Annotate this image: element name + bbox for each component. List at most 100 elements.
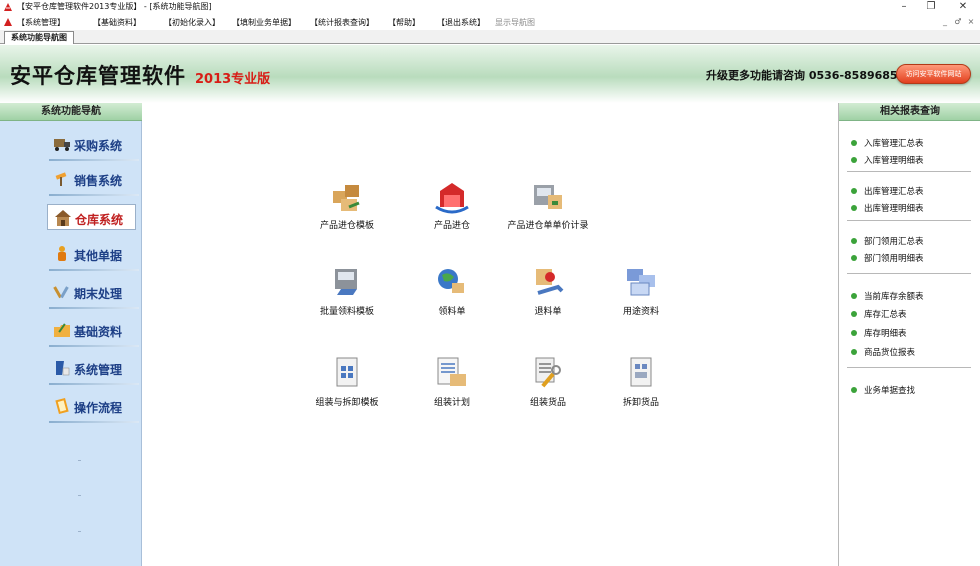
flow-book-icon [55, 397, 69, 415]
nav-divider [49, 383, 139, 385]
report-label: 部门领用汇总表 [864, 237, 924, 247]
nav-placeholder-mark [78, 531, 81, 532]
nav-item-basic-data[interactable]: 基础资料 [47, 317, 139, 347]
brand-title: 安平仓库管理软件 [10, 64, 186, 88]
bullet-icon [851, 204, 857, 211]
func-label: 组装货品 [529, 398, 566, 408]
report-link[interactable]: 入库管理明细表 [851, 154, 924, 166]
left-nav-title: 系统功能导航 [0, 103, 142, 121]
bullet-icon [851, 139, 857, 146]
report-link[interactable]: 商品货位报表 [851, 346, 915, 358]
warehouse-icon [55, 210, 71, 226]
related-reports-panel: 相关报表查询 入库管理汇总表 入库管理明细表 出库管理汇总表 出库管理明细表 部… [838, 103, 980, 566]
report-label: 部门领用明细表 [864, 254, 924, 264]
nav-item-label: 系统管理 [74, 363, 123, 377]
nav-item-warehouse[interactable]: 仓库系统 [47, 204, 136, 230]
menu-exit[interactable]: 【退出系统】 [437, 17, 485, 28]
report-link[interactable]: 入库管理汇总表 [851, 137, 924, 149]
report-link[interactable]: 库存明细表 [851, 327, 907, 339]
nav-item-period-end[interactable]: 期末处理 [47, 279, 139, 309]
menu-system-management[interactable]: 【系统管理】 [17, 17, 65, 28]
nav-item-label: 基础资料 [74, 325, 123, 339]
func-stock-in[interactable]: 产品进仓 [402, 177, 502, 231]
report-label: 商品货位报表 [864, 348, 916, 358]
report-link[interactable]: 业务单据查找 [851, 384, 915, 396]
price-record-icon [534, 185, 562, 209]
menu-show-navigation[interactable]: 显示导航图 [495, 17, 535, 28]
func-batch-issue-template[interactable]: 批量领料模板 [297, 263, 397, 317]
hammer-icon [55, 172, 67, 186]
report-link[interactable]: 出库管理汇总表 [851, 185, 924, 197]
nav-divider [49, 194, 139, 196]
mdi-restore-button[interactable]: ♂ [953, 17, 963, 26]
function-navigation-area: 产品进仓模板 产品进仓 产品进仓单单价计录 批量领料模板 领料单 退料单 用途资… [142, 103, 838, 566]
func-issue-slip[interactable]: 领料单 [402, 263, 502, 317]
func-label: 退料单 [534, 307, 562, 317]
report-label: 出库管理汇总表 [864, 187, 924, 197]
func-assemble-goods[interactable]: 组装货品 [498, 354, 598, 408]
nav-item-label: 操作流程 [74, 401, 123, 415]
report-link[interactable]: 部门领用汇总表 [851, 235, 924, 247]
boxes-template-icon [333, 185, 360, 211]
upgrade-contact-text: 升级更多功能请咨询 0536-8589685 [706, 69, 898, 82]
func-return-slip[interactable]: 退料单 [498, 263, 598, 317]
report-group-divider [847, 273, 971, 274]
app-logo-icon [4, 3, 12, 11]
mdi-minimize-button[interactable]: _ [940, 17, 950, 26]
report-link[interactable]: 库存汇总表 [851, 308, 907, 320]
report-label: 出库管理明细表 [864, 204, 924, 214]
title-bar: 【安平仓库管理软件2013专业版】 - [系统功能导航图] – ❐ ✕ [0, 0, 980, 14]
func-label: 产品进仓 [433, 221, 470, 231]
batch-issue-icon [335, 269, 357, 295]
tab-navigation-map[interactable]: 系统功能导航图 [4, 31, 74, 44]
header-banner: 安平仓库管理软件 2013专业版 升级更多功能请咨询 0536-8589685 … [0, 45, 980, 103]
func-label: 产品进仓单单价计录 [507, 221, 589, 231]
func-disassemble-goods[interactable]: 拆卸货品 [591, 354, 691, 408]
mdi-close-button[interactable]: × [966, 17, 976, 26]
func-label: 用途资料 [622, 307, 659, 317]
report-group-divider [847, 367, 971, 368]
report-link[interactable]: 出库管理明细表 [851, 202, 924, 214]
bullet-icon [851, 310, 857, 317]
menu-basic-data[interactable]: 【基础资料】 [93, 17, 141, 28]
bullet-icon [851, 237, 857, 244]
func-label: 组装计划 [433, 398, 470, 408]
return-icon [536, 269, 564, 295]
nav-item-operation-flow[interactable]: 操作流程 [47, 393, 139, 423]
nav-item-sales[interactable]: 销售系统 [47, 166, 139, 196]
close-button[interactable]: ✕ [952, 0, 974, 13]
menu-fill-documents[interactable]: 【填制业务单据】 [232, 17, 296, 28]
bullet-icon [851, 386, 857, 393]
minimize-button[interactable]: – [893, 0, 915, 13]
nav-item-label: 其他单据 [74, 249, 123, 263]
func-usage-data[interactable]: 用途资料 [591, 263, 691, 317]
bullet-icon [851, 348, 857, 355]
restore-button[interactable]: ❐ [920, 0, 942, 13]
func-label: 领料单 [438, 307, 466, 317]
report-label: 入库管理明细表 [864, 156, 924, 166]
nav-placeholder-mark [78, 495, 81, 496]
nav-item-label: 采购系统 [74, 139, 123, 153]
report-link[interactable]: 部门领用明细表 [851, 252, 924, 264]
nav-item-system-management[interactable]: 系统管理 [47, 355, 139, 385]
menu-help[interactable]: 【帮助】 [388, 17, 420, 28]
nav-divider [49, 345, 139, 347]
menu-report-query[interactable]: 【统计报表查询】 [310, 17, 374, 28]
menu-init-entry[interactable]: 【初始化录入】 [164, 17, 220, 28]
report-link[interactable]: 当前库存余额表 [851, 290, 924, 302]
func-assemble-disassemble-template[interactable]: 组装与拆卸模板 [297, 354, 397, 408]
visit-website-button[interactable]: 访问安平软件网站 [896, 64, 971, 84]
func-stock-in-template[interactable]: 产品进仓模板 [297, 177, 397, 231]
edition-label: 2013专业版 [195, 72, 271, 87]
func-assembly-plan[interactable]: 组装计划 [402, 354, 502, 408]
window-title: 【安平仓库管理软件2013专业版】 - [系统功能导航图] [17, 2, 212, 11]
document-tab-strip: 系统功能导航图 [0, 30, 980, 44]
func-stock-in-price-record[interactable]: 产品进仓单单价计录 [498, 177, 598, 231]
func-label: 组装与拆卸模板 [315, 398, 379, 408]
nav-item-purchase[interactable]: 采购系统 [47, 131, 139, 161]
person-doc-icon [58, 246, 66, 261]
nav-divider [49, 269, 139, 271]
report-group-divider [847, 171, 971, 172]
report-group-divider [847, 220, 971, 221]
nav-item-other-documents[interactable]: 其他单据 [47, 241, 139, 271]
